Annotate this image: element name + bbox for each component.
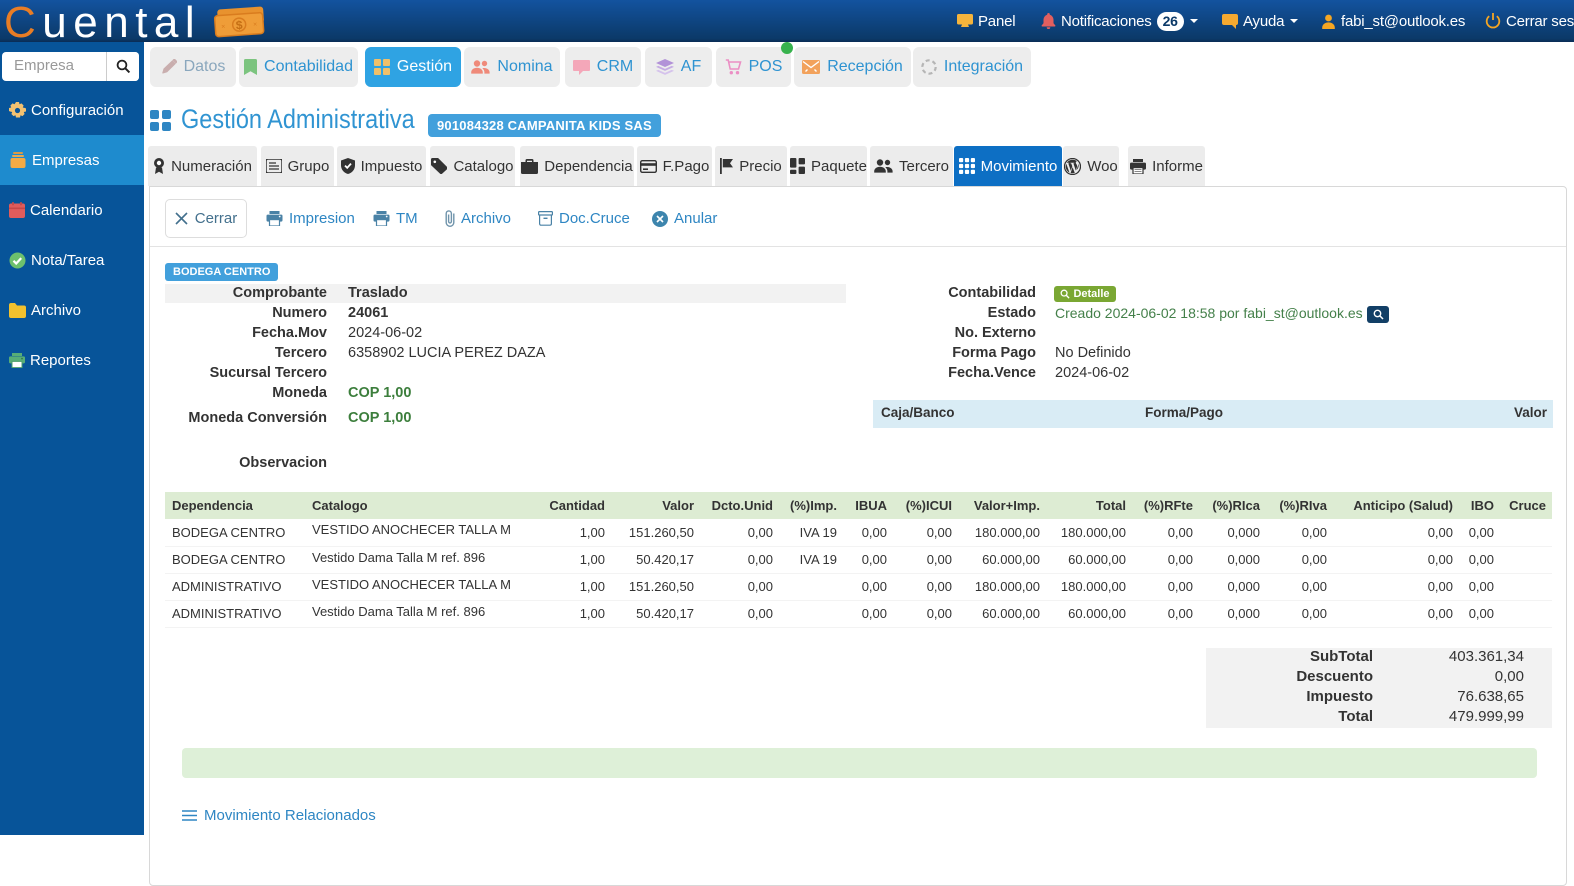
svg-text:×: × [253, 21, 258, 28]
svg-text:$: $ [235, 18, 243, 32]
svg-text:×: × [221, 24, 226, 31]
